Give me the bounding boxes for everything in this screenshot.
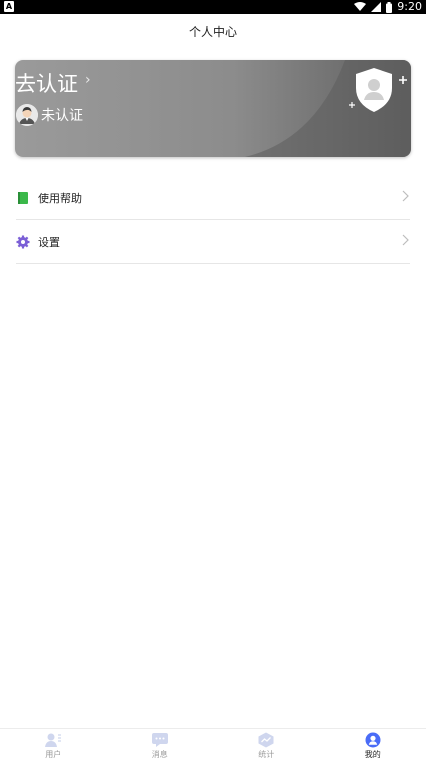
page-title: 个人中心 xyxy=(188,25,237,39)
avatar xyxy=(16,104,38,126)
verification-status: 未认证 xyxy=(41,108,83,124)
notification-a-icon: A xyxy=(4,1,14,12)
chat-bubble-icon xyxy=(151,733,168,747)
tab-mine[interactable]: 我的 xyxy=(320,729,426,764)
profile-icon xyxy=(365,732,381,748)
chevron-right-icon xyxy=(402,234,409,246)
tab-label: 我的 xyxy=(364,750,381,759)
tab-statistics[interactable]: 统计 xyxy=(213,729,320,764)
chevron-right-icon: › xyxy=(85,72,91,88)
gear-icon xyxy=(16,235,30,249)
menu-item-label: 使用帮助 xyxy=(38,192,82,205)
sparkle-icon xyxy=(349,102,355,108)
wifi-icon xyxy=(354,2,367,11)
chart-icon xyxy=(258,732,274,748)
card-title: 去认证 xyxy=(15,72,78,96)
tab-label: 统计 xyxy=(258,750,275,759)
tab-label: 消息 xyxy=(151,750,168,759)
menu-list: 使用帮助 设置 xyxy=(16,176,410,264)
menu-item-settings[interactable]: 设置 xyxy=(16,220,410,264)
tab-label: 用户 xyxy=(45,750,62,759)
status-bar: A 9:20 xyxy=(0,0,426,14)
menu-item-label: 设置 xyxy=(38,236,60,249)
shield-user-icon xyxy=(356,68,392,112)
sparkle-icon xyxy=(399,76,407,84)
tab-users[interactable]: 用户 xyxy=(0,729,107,764)
tab-messages[interactable]: 消息 xyxy=(107,729,214,764)
bottom-tab-bar: 用户 消息 统计 我的 xyxy=(0,728,426,764)
signal-icon xyxy=(371,2,382,12)
status-icons: 9:20 xyxy=(354,0,422,14)
verification-card[interactable]: 去认证 › 未认证 xyxy=(15,60,411,157)
user-list-icon xyxy=(45,733,62,747)
menu-item-help[interactable]: 使用帮助 xyxy=(16,176,410,220)
book-icon xyxy=(18,192,28,204)
status-time: 9:20 xyxy=(397,0,422,13)
chevron-right-icon xyxy=(402,190,409,202)
battery-icon xyxy=(386,1,393,13)
